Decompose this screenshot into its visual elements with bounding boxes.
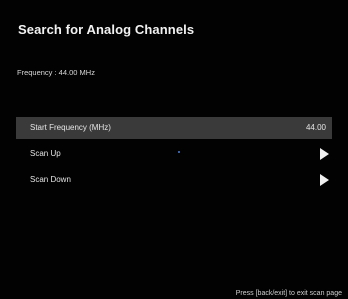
page-title: Search for Analog Channels <box>18 22 195 37</box>
play-arrow-icon <box>320 148 329 160</box>
scan-options-menu: Start Frequency (MHz) 44.00 Scan Up Scan… <box>16 117 332 195</box>
start-frequency-value: 44.00 <box>305 123 326 132</box>
focus-indicator-dot <box>178 151 180 153</box>
current-frequency-readout: Frequency : 44.00 MHz <box>17 68 95 77</box>
scan-up-label: Scan Up <box>30 149 61 158</box>
analog-scan-screen: Search for Analog Channels Frequency : 4… <box>0 0 348 299</box>
exit-hint: Press [back/exit] to exit scan page <box>235 290 342 297</box>
scan-down-label: Scan Down <box>30 175 71 184</box>
start-frequency-label: Start Frequency (MHz) <box>30 123 111 132</box>
scan-down-item[interactable]: Scan Down <box>16 169 332 191</box>
scan-up-item[interactable]: Scan Up <box>16 143 332 165</box>
play-arrow-icon <box>320 174 329 186</box>
start-frequency-item[interactable]: Start Frequency (MHz) 44.00 <box>16 117 332 139</box>
